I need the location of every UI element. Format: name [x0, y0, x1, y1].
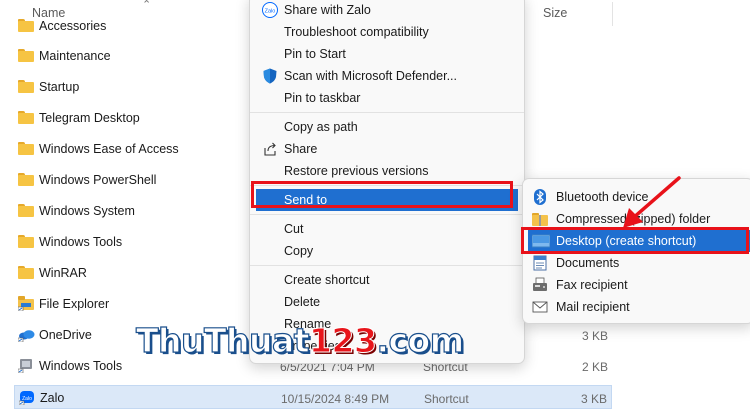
menu-item-share-with-zalo[interactable]: Zalo Share with Zalo: [256, 0, 518, 21]
menu-item-restore-previous-versions[interactable]: Restore previous versions: [256, 160, 518, 182]
menu-item-cut[interactable]: Cut: [256, 218, 518, 240]
annotation-arrow-icon: [623, 176, 681, 228]
file-name: Startup: [39, 80, 80, 94]
folder-icon: [18, 79, 34, 94]
share-icon: [262, 141, 278, 157]
menu-item-delete[interactable]: Delete: [256, 291, 518, 313]
file-size: 2 KB: [581, 360, 608, 374]
column-divider[interactable]: [612, 2, 613, 26]
watermark-logo: ThuThuat123.com: [135, 321, 464, 360]
folder-icon: [18, 141, 34, 156]
menu-item-copy-as-path[interactable]: Copy as path: [256, 116, 518, 138]
file-name: Accessories: [39, 19, 107, 33]
explorer-window: Name ⌃ Size Accessories Maintenance Star…: [0, 0, 750, 411]
send-to-mail-recipient[interactable]: Mail recipient: [528, 296, 750, 318]
folder-icon: [18, 48, 34, 63]
file-name: Zalo: [40, 391, 65, 405]
zip-folder-icon: [532, 211, 548, 227]
onedrive-icon: [17, 327, 35, 343]
menu-separator: [250, 265, 524, 266]
folder-icon: [18, 234, 34, 249]
windows-tools-icon: [17, 358, 34, 374]
menu-separator: [250, 214, 524, 215]
send-to-highlight-box: [251, 181, 513, 208]
folder-icon: [18, 203, 34, 218]
folder-icon: [18, 18, 34, 33]
file-name: WinRAR: [39, 266, 87, 280]
file-row-selected[interactable]: Zalo Zalo 10/15/2024 8:49 PM Shortcut 3 …: [14, 385, 612, 409]
file-type: Shortcut: [424, 392, 469, 406]
folder-icon: [18, 172, 34, 187]
menu-item-troubleshoot[interactable]: Troubleshoot compatibility: [256, 21, 518, 43]
menu-item-copy[interactable]: Copy: [256, 240, 518, 262]
file-date: 10/15/2024 8:49 PM: [281, 392, 390, 406]
file-name: Maintenance: [39, 49, 111, 63]
zalo-icon: Zalo: [262, 2, 278, 18]
svg-text:Zalo: Zalo: [265, 9, 276, 15]
file-size: 3 KB: [581, 329, 608, 343]
zalo-icon: Zalo: [18, 390, 35, 406]
file-name: Windows System: [39, 204, 135, 218]
bluetooth-icon: [532, 189, 548, 205]
file-name: File Explorer: [39, 297, 110, 311]
folder-icon: [18, 110, 34, 125]
folder-icon: [18, 265, 34, 280]
mail-icon: [532, 299, 548, 315]
file-name: Windows PowerShell: [39, 173, 157, 187]
fax-icon: [532, 277, 548, 293]
send-to-fax-recipient[interactable]: Fax recipient: [528, 274, 750, 296]
defender-shield-icon: [262, 68, 278, 84]
sort-chevron-icon[interactable]: ⌃: [142, 0, 151, 11]
file-size: 3 KB: [580, 392, 607, 406]
file-explorer-icon: [17, 296, 34, 312]
file-name: Windows Ease of Access: [39, 142, 179, 156]
file-name: Windows Tools: [39, 235, 123, 249]
send-to-documents[interactable]: Documents: [528, 252, 750, 274]
menu-item-scan-defender[interactable]: Scan with Microsoft Defender...: [256, 65, 518, 87]
menu-item-pin-to-start[interactable]: Pin to Start: [256, 43, 518, 65]
menu-item-share[interactable]: Share: [256, 138, 518, 160]
menu-item-create-shortcut[interactable]: Create shortcut: [256, 269, 518, 291]
file-name: OneDrive: [39, 328, 92, 342]
file-name: Telegram Desktop: [39, 111, 140, 125]
menu-item-pin-to-taskbar[interactable]: Pin to taskbar: [256, 87, 518, 109]
documents-icon: [532, 255, 548, 271]
menu-separator: [250, 112, 524, 113]
file-name: Windows Tools: [39, 359, 123, 373]
